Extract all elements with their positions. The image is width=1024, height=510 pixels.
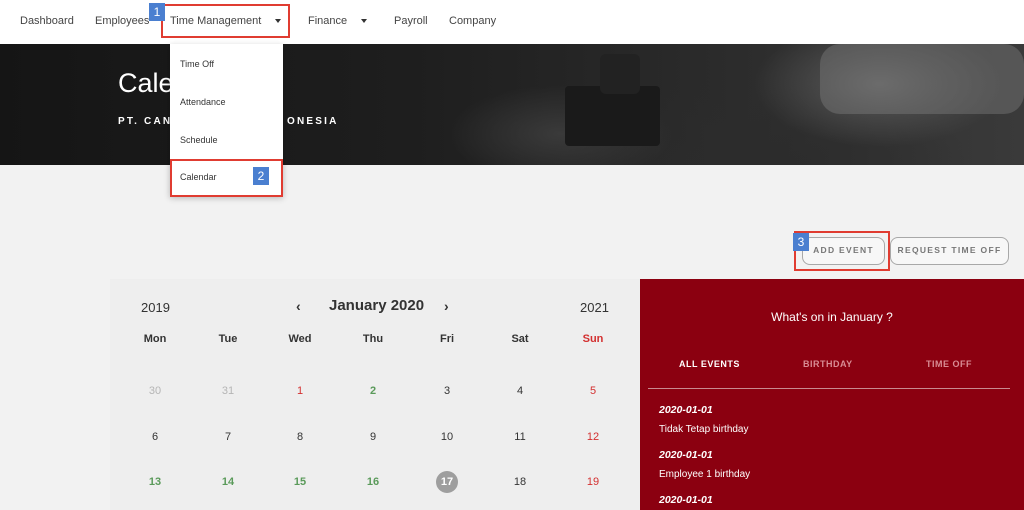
calendar: 2019 ‹ January 2020 › 2021 Mon Tue Wed Thu F… [110, 279, 640, 510]
weekday-header: Mon [143, 333, 167, 345]
company-name-left: PT. CAN [118, 116, 173, 127]
event-date: 2020-01-01 [659, 449, 713, 461]
calendar-day[interactable]: 5 [563, 385, 623, 397]
events-panel: What's on in January ? ALL EVENTS BIRTHD… [640, 279, 1024, 510]
page-title: Cale [118, 68, 174, 98]
step-badge-1: 1 [149, 3, 165, 21]
hero-banner: Cale PT. CAN ONESIA [0, 44, 1024, 165]
calendar-day[interactable]: 1 [270, 385, 330, 397]
calendar-day[interactable]: 30 [125, 385, 185, 397]
hero-background-shape [600, 54, 640, 94]
chevron-right-icon[interactable]: › [444, 298, 449, 314]
nav-finance[interactable]: Finance [308, 15, 368, 27]
calendar-day[interactable]: 16 [343, 476, 403, 488]
highlight-box [161, 4, 290, 38]
tab-time-off[interactable]: TIME OFF [926, 359, 972, 369]
hero-background-shape [820, 44, 1024, 114]
events-title: What's on in January ? [771, 310, 893, 324]
request-time-off-button[interactable]: REQUEST TIME OFF [890, 237, 1009, 265]
event-description: Employee 1 birthday [659, 469, 751, 480]
next-year-link[interactable]: 2021 [580, 300, 609, 315]
menu-item-attendance[interactable]: Attendance [180, 97, 226, 107]
calendar-day[interactable]: 8 [270, 431, 330, 443]
calendar-day[interactable]: 19 [563, 476, 623, 488]
calendar-day[interactable]: 3 [417, 385, 477, 397]
hero-background-shape [565, 86, 660, 146]
event-date: 2020-01-01 [659, 404, 713, 416]
event-description: Tidak Tetap birthday [659, 424, 749, 435]
calendar-month-label: January 2020 [329, 297, 425, 314]
weekday-header: Thu [362, 333, 384, 345]
nav-dashboard[interactable]: Dashboard [20, 15, 74, 27]
calendar-day[interactable]: 15 [270, 476, 330, 488]
step-badge-2: 2 [253, 167, 269, 185]
calendar-day[interactable]: 17 [417, 476, 477, 488]
calendar-day[interactable]: 9 [343, 431, 403, 443]
calendar-day[interactable]: 11 [490, 431, 550, 443]
company-name-right: ONESIA [287, 116, 339, 127]
weekday-header: Fri [439, 333, 455, 345]
chevron-down-icon [361, 19, 368, 24]
calendar-day[interactable]: 4 [490, 385, 550, 397]
calendar-day[interactable]: 18 [490, 476, 550, 488]
weekday-header: Sat [511, 333, 529, 345]
menu-item-time-off[interactable]: Time Off [180, 59, 214, 69]
calendar-day[interactable]: 12 [563, 431, 623, 443]
prev-year-link[interactable]: 2019 [141, 300, 170, 315]
divider [648, 388, 1010, 389]
step-badge-3: 3 [793, 233, 809, 251]
calendar-day[interactable]: 31 [198, 385, 258, 397]
weekday-header: Tue [218, 333, 238, 345]
menu-item-schedule[interactable]: Schedule [180, 135, 218, 145]
calendar-day[interactable]: 13 [125, 476, 185, 488]
nav-finance-label: Finance [308, 15, 348, 27]
calendar-day[interactable]: 6 [125, 431, 185, 443]
nav-company[interactable]: Company [449, 15, 496, 27]
calendar-day[interactable]: 7 [198, 431, 258, 443]
tab-all-events[interactable]: ALL EVENTS [679, 359, 740, 369]
nav-employees[interactable]: Employees [95, 15, 149, 27]
calendar-day[interactable]: 2 [343, 385, 403, 397]
tab-birthday[interactable]: BIRTHDAY [803, 359, 853, 369]
calendar-day[interactable]: 10 [417, 431, 477, 443]
nav-payroll[interactable]: Payroll [394, 15, 428, 27]
event-date: 2020-01-01 [659, 494, 713, 506]
weekday-header: Sun [582, 333, 604, 345]
calendar-day[interactable]: 14 [198, 476, 258, 488]
weekday-header: Wed [288, 333, 312, 345]
chevron-left-icon[interactable]: ‹ [296, 298, 301, 314]
